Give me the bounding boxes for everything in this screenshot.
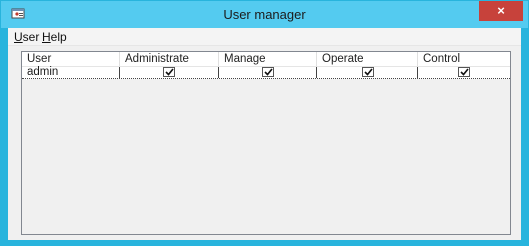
table-row[interactable]: admin <box>22 66 510 79</box>
window-title: User manager <box>223 7 306 22</box>
column-header-manage[interactable]: Manage <box>219 52 317 66</box>
close-button[interactable]: × <box>479 1 523 21</box>
cell-control <box>418 67 510 78</box>
cell-user: admin <box>22 66 120 78</box>
check-icon <box>165 68 174 76</box>
column-header-control[interactable]: Control <box>418 52 510 66</box>
menu-bar: User Help <box>8 28 521 46</box>
close-icon: × <box>497 3 505 18</box>
check-icon <box>264 68 273 76</box>
check-icon <box>364 68 373 76</box>
list-header: User Administrate Manage Operate Control <box>22 52 510 67</box>
cell-administrate <box>120 67 219 78</box>
column-header-operate[interactable]: Operate <box>317 52 418 66</box>
operate-checkbox[interactable] <box>362 67 374 77</box>
client-area: User Administrate Manage Operate Control… <box>8 46 521 240</box>
control-checkbox[interactable] <box>458 67 470 77</box>
user-list[interactable]: User Administrate Manage Operate Control… <box>21 51 511 235</box>
manage-checkbox[interactable] <box>262 67 274 77</box>
check-icon <box>460 68 469 76</box>
cell-operate <box>317 67 418 78</box>
title-bar[interactable]: User manager × <box>1 1 528 28</box>
column-header-user[interactable]: User <box>22 52 120 66</box>
administrate-checkbox[interactable] <box>163 67 175 77</box>
menu-user[interactable]: User <box>14 30 39 44</box>
menu-help[interactable]: Help <box>42 30 67 44</box>
user-manager-window: User manager × User Help User Administra… <box>0 0 529 246</box>
column-header-administrate[interactable]: Administrate <box>120 52 219 66</box>
window-bottom-border <box>8 240 521 245</box>
cell-manage <box>219 67 317 78</box>
